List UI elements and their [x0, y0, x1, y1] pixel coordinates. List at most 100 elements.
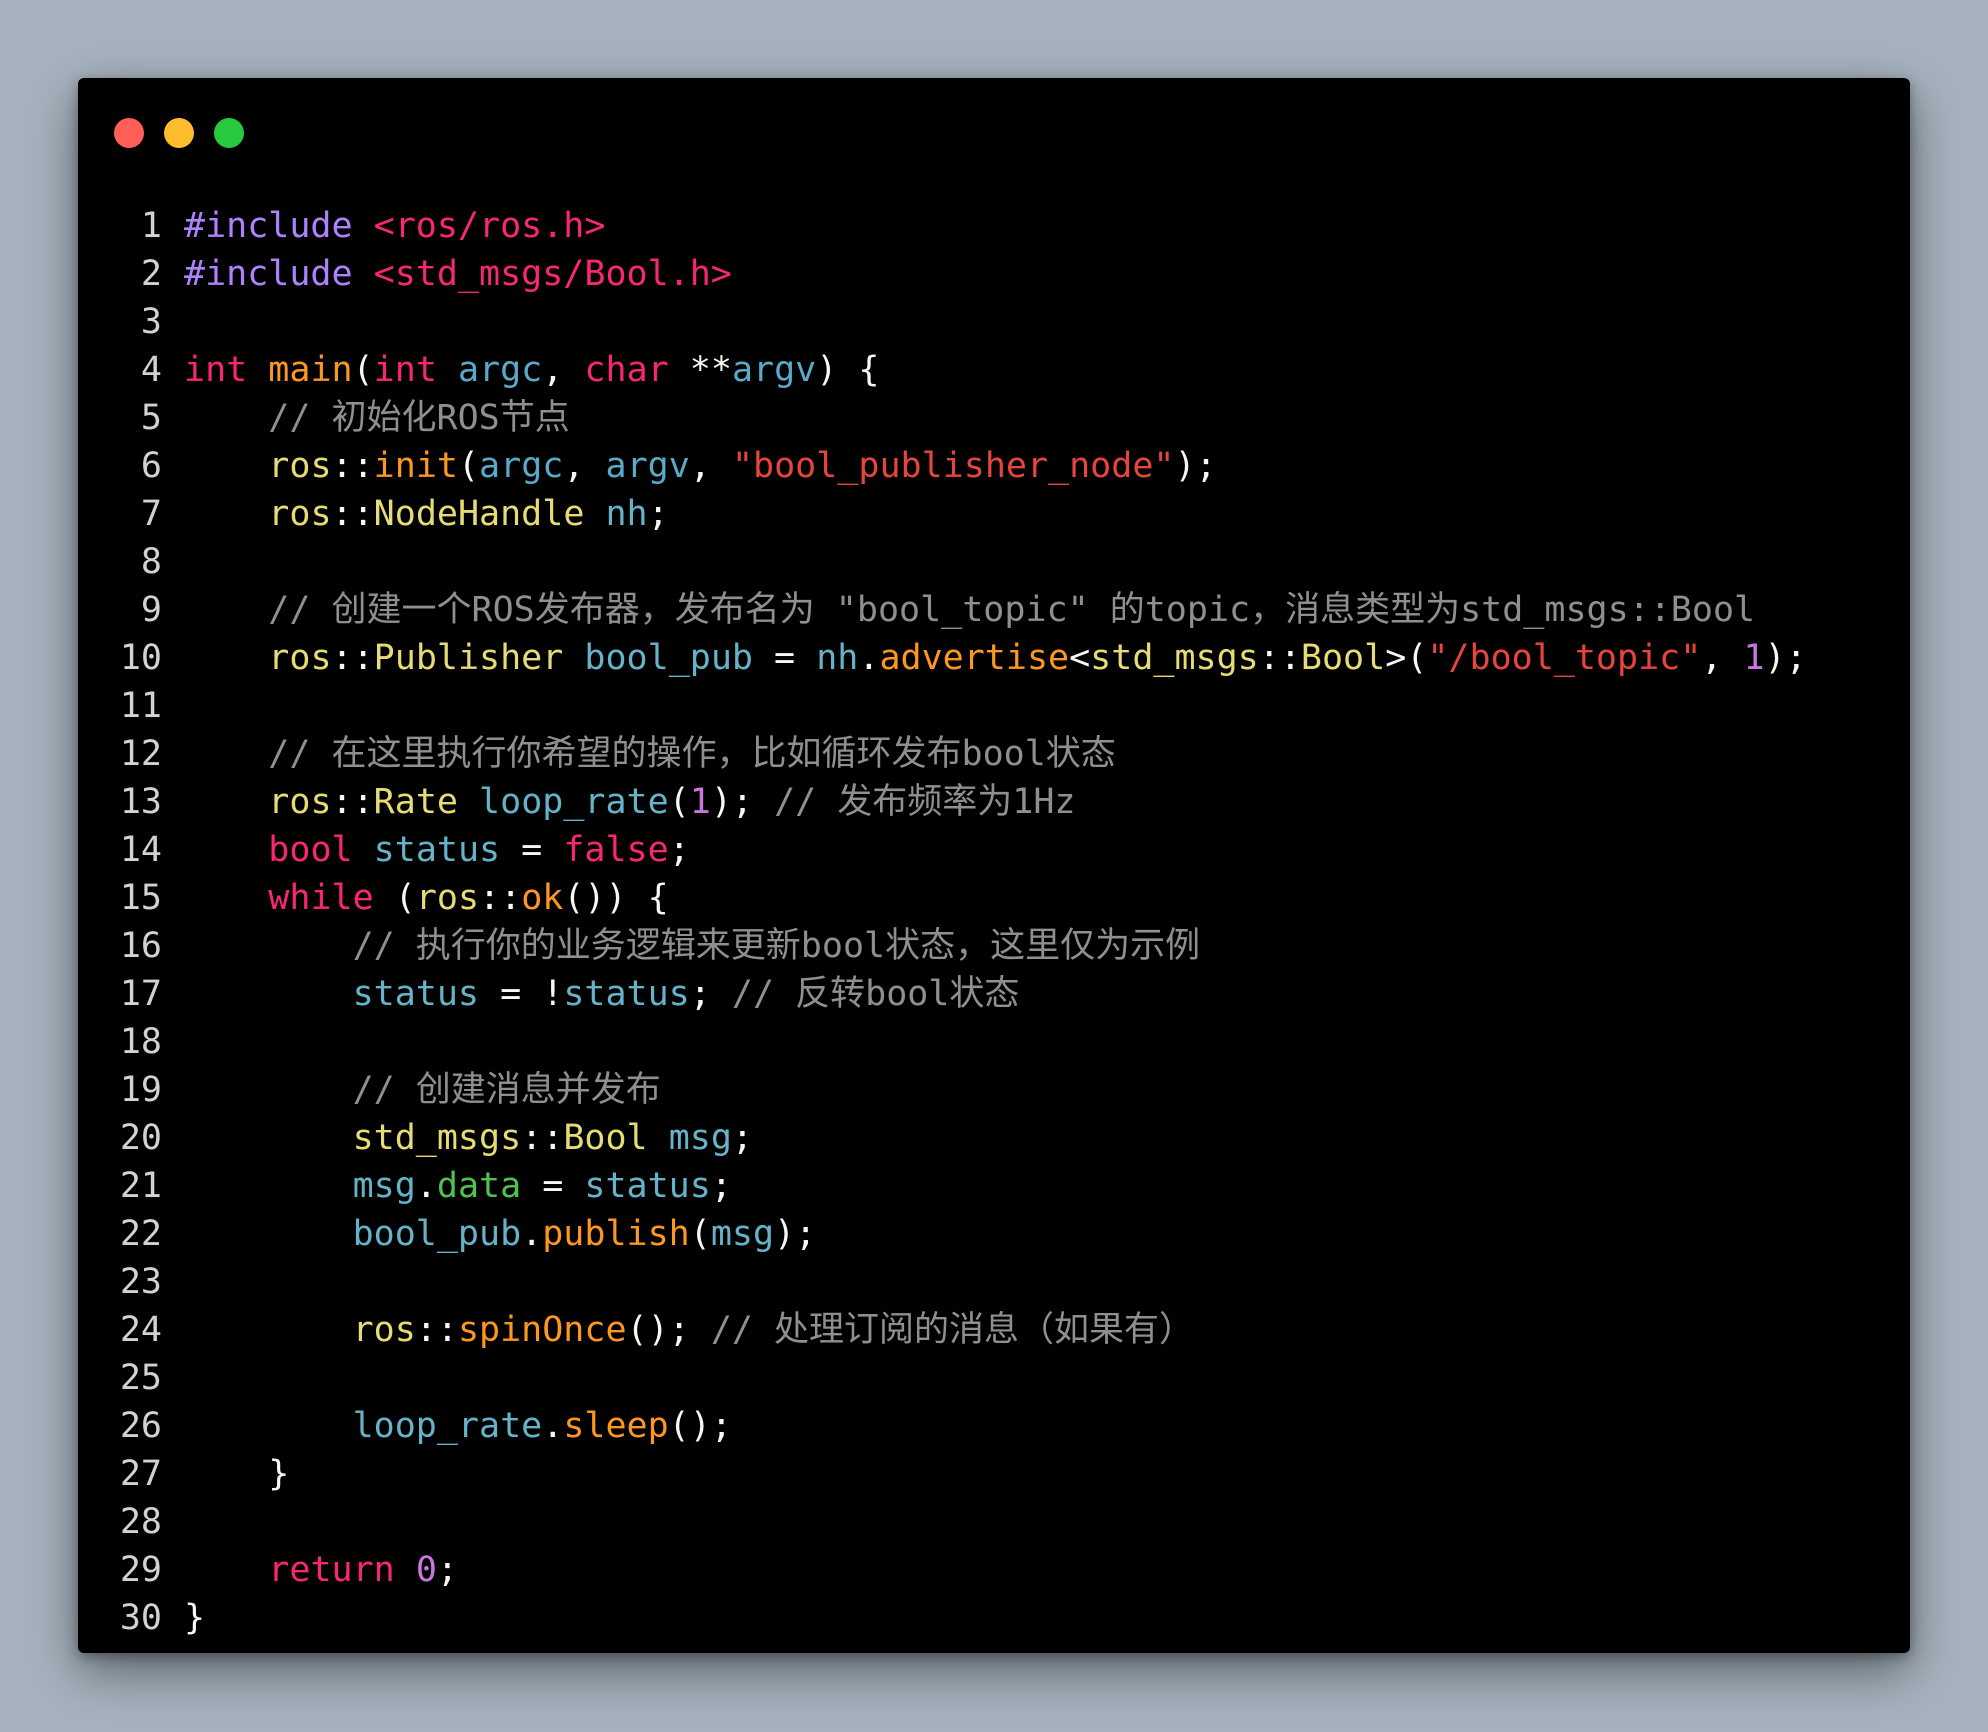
code-text: bool_pub.publish(msg); — [184, 1210, 817, 1258]
code-token: nh — [605, 494, 648, 534]
code-token: . — [415, 1166, 437, 1206]
code-token: :: — [479, 878, 522, 918]
code-line: 19 // 创建消息并发布 — [78, 1066, 1910, 1114]
code-token: char — [584, 350, 669, 390]
code-line: 10 ros::Publisher bool_pub = nh.advertis… — [78, 634, 1910, 682]
code-text: loop_rate.sleep(); — [184, 1402, 732, 1450]
code-token: ros — [268, 494, 332, 534]
code-token: // 在这里执行你希望的操作，比如循环发布bool状态 — [268, 734, 1116, 774]
code-token: , — [1701, 638, 1744, 678]
code-text: #include <std_msgs/Bool.h> — [184, 250, 732, 298]
code-line: 12 // 在这里执行你希望的操作，比如循环发布bool状态 — [78, 730, 1910, 778]
line-number: 11 — [119, 686, 162, 726]
line-number: 10 — [119, 638, 162, 678]
code-token: :: — [331, 446, 374, 486]
code-line: 6 ros::init(argc, argv, "bool_publisher_… — [78, 442, 1910, 490]
line-number: 2 — [140, 254, 162, 294]
code-token: "/bool_topic" — [1427, 638, 1702, 678]
code-token: nh — [816, 638, 859, 678]
line-number: 15 — [119, 878, 162, 918]
code-token: status — [563, 974, 690, 1014]
line-number: 24 — [119, 1310, 162, 1350]
line-number: 17 — [119, 974, 162, 1014]
code-token: argc — [457, 350, 543, 390]
code-token: // 初始化ROS节点 — [268, 398, 570, 438]
code-line: 3 — [78, 298, 1910, 346]
code-line: 29 return 0; — [78, 1546, 1910, 1594]
code-token: // 发布频率为1Hz — [774, 782, 1076, 822]
code-text: ros::NodeHandle nh; — [184, 490, 668, 538]
code-token: . — [521, 1214, 543, 1254]
code-token: :: — [1258, 638, 1301, 678]
code-token: :: — [331, 494, 374, 534]
code-text: while (ros::ok()) { — [184, 874, 668, 922]
code-text: // 创建一个ROS发布器，发布名为 "bool_topic" 的topic，消… — [184, 586, 1755, 634]
code-window: 1 #include <ros/ros.h> 2 #include <std_msgs… — [78, 78, 1910, 1653]
code-token: init — [373, 446, 458, 486]
line-number: 14 — [119, 830, 162, 870]
line-number: 25 — [119, 1358, 162, 1398]
code-token: 1 — [1743, 638, 1765, 678]
code-token: ( — [689, 1214, 711, 1254]
code-line: 28 — [78, 1498, 1910, 1546]
line-number: 6 — [140, 446, 162, 486]
code-token: ( — [373, 878, 416, 918]
code-text: // 执行你的业务逻辑来更新bool状态，这里仅为示例 — [184, 922, 1201, 970]
code-token: ); — [1764, 638, 1807, 678]
code-token: ros — [352, 1310, 416, 1350]
code-line: 22 bool_pub.publish(msg); — [78, 1210, 1910, 1258]
code-text: ros::Publisher bool_pub = nh.advertise<s… — [184, 634, 1807, 682]
code-text: } — [184, 1594, 205, 1642]
code-line: 13 ros::Rate loop_rate(1); // 发布频率为1Hz — [78, 778, 1910, 826]
code-token: bool — [268, 830, 353, 870]
code-token: Bool — [563, 1118, 648, 1158]
code-token: msg — [352, 1166, 416, 1206]
code-text: int main(int argc, char **argv) { — [184, 346, 879, 394]
code-token: ; — [710, 1166, 732, 1206]
code-token: std_msgs — [1090, 638, 1259, 678]
code-token: , — [542, 350, 585, 390]
code-token: loop_rate — [352, 1406, 543, 1446]
code-token: // 执行你的业务逻辑来更新bool状态，这里仅为示例 — [352, 926, 1201, 966]
code-text: // 创建消息并发布 — [184, 1066, 661, 1114]
code-token: < — [1069, 638, 1091, 678]
minimize-icon[interactable] — [164, 118, 194, 148]
code-line: 21 msg.data = status; — [78, 1162, 1910, 1210]
code-token: ; — [668, 830, 690, 870]
code-text: } — [184, 1450, 289, 1498]
code-token: ( — [352, 350, 374, 390]
maximize-icon[interactable] — [214, 118, 244, 148]
code-token: , — [563, 446, 606, 486]
line-number: 13 — [119, 782, 162, 822]
code-token: ok — [521, 878, 564, 918]
code-line: 27 } — [78, 1450, 1910, 1498]
code-token: ) { — [816, 350, 880, 390]
code-text: ros::init(argc, argv, "bool_publisher_no… — [184, 442, 1216, 490]
line-number: 20 — [119, 1118, 162, 1158]
code-token: ); — [710, 782, 775, 822]
code-token: ( — [457, 446, 480, 486]
code-token: ; — [436, 1550, 458, 1590]
line-number: 29 — [119, 1550, 162, 1590]
code-line: 1 #include <ros/ros.h> — [78, 202, 1910, 250]
line-number: 1 — [140, 206, 162, 246]
code-line: 17 status = !status; // 反转bool状态 — [78, 970, 1910, 1018]
code-token: Rate — [373, 782, 458, 822]
line-number: 26 — [119, 1406, 162, 1446]
code-token: (); — [626, 1310, 711, 1350]
code-token: ); — [774, 1214, 817, 1254]
code-token: return — [268, 1550, 395, 1590]
code-text: ros::Rate loop_rate(1); // 发布频率为1Hz — [184, 778, 1076, 826]
code-token: // 处理订阅的消息（如果有） — [710, 1310, 1195, 1350]
close-icon[interactable] — [114, 118, 144, 148]
line-number: 9 — [140, 590, 162, 630]
